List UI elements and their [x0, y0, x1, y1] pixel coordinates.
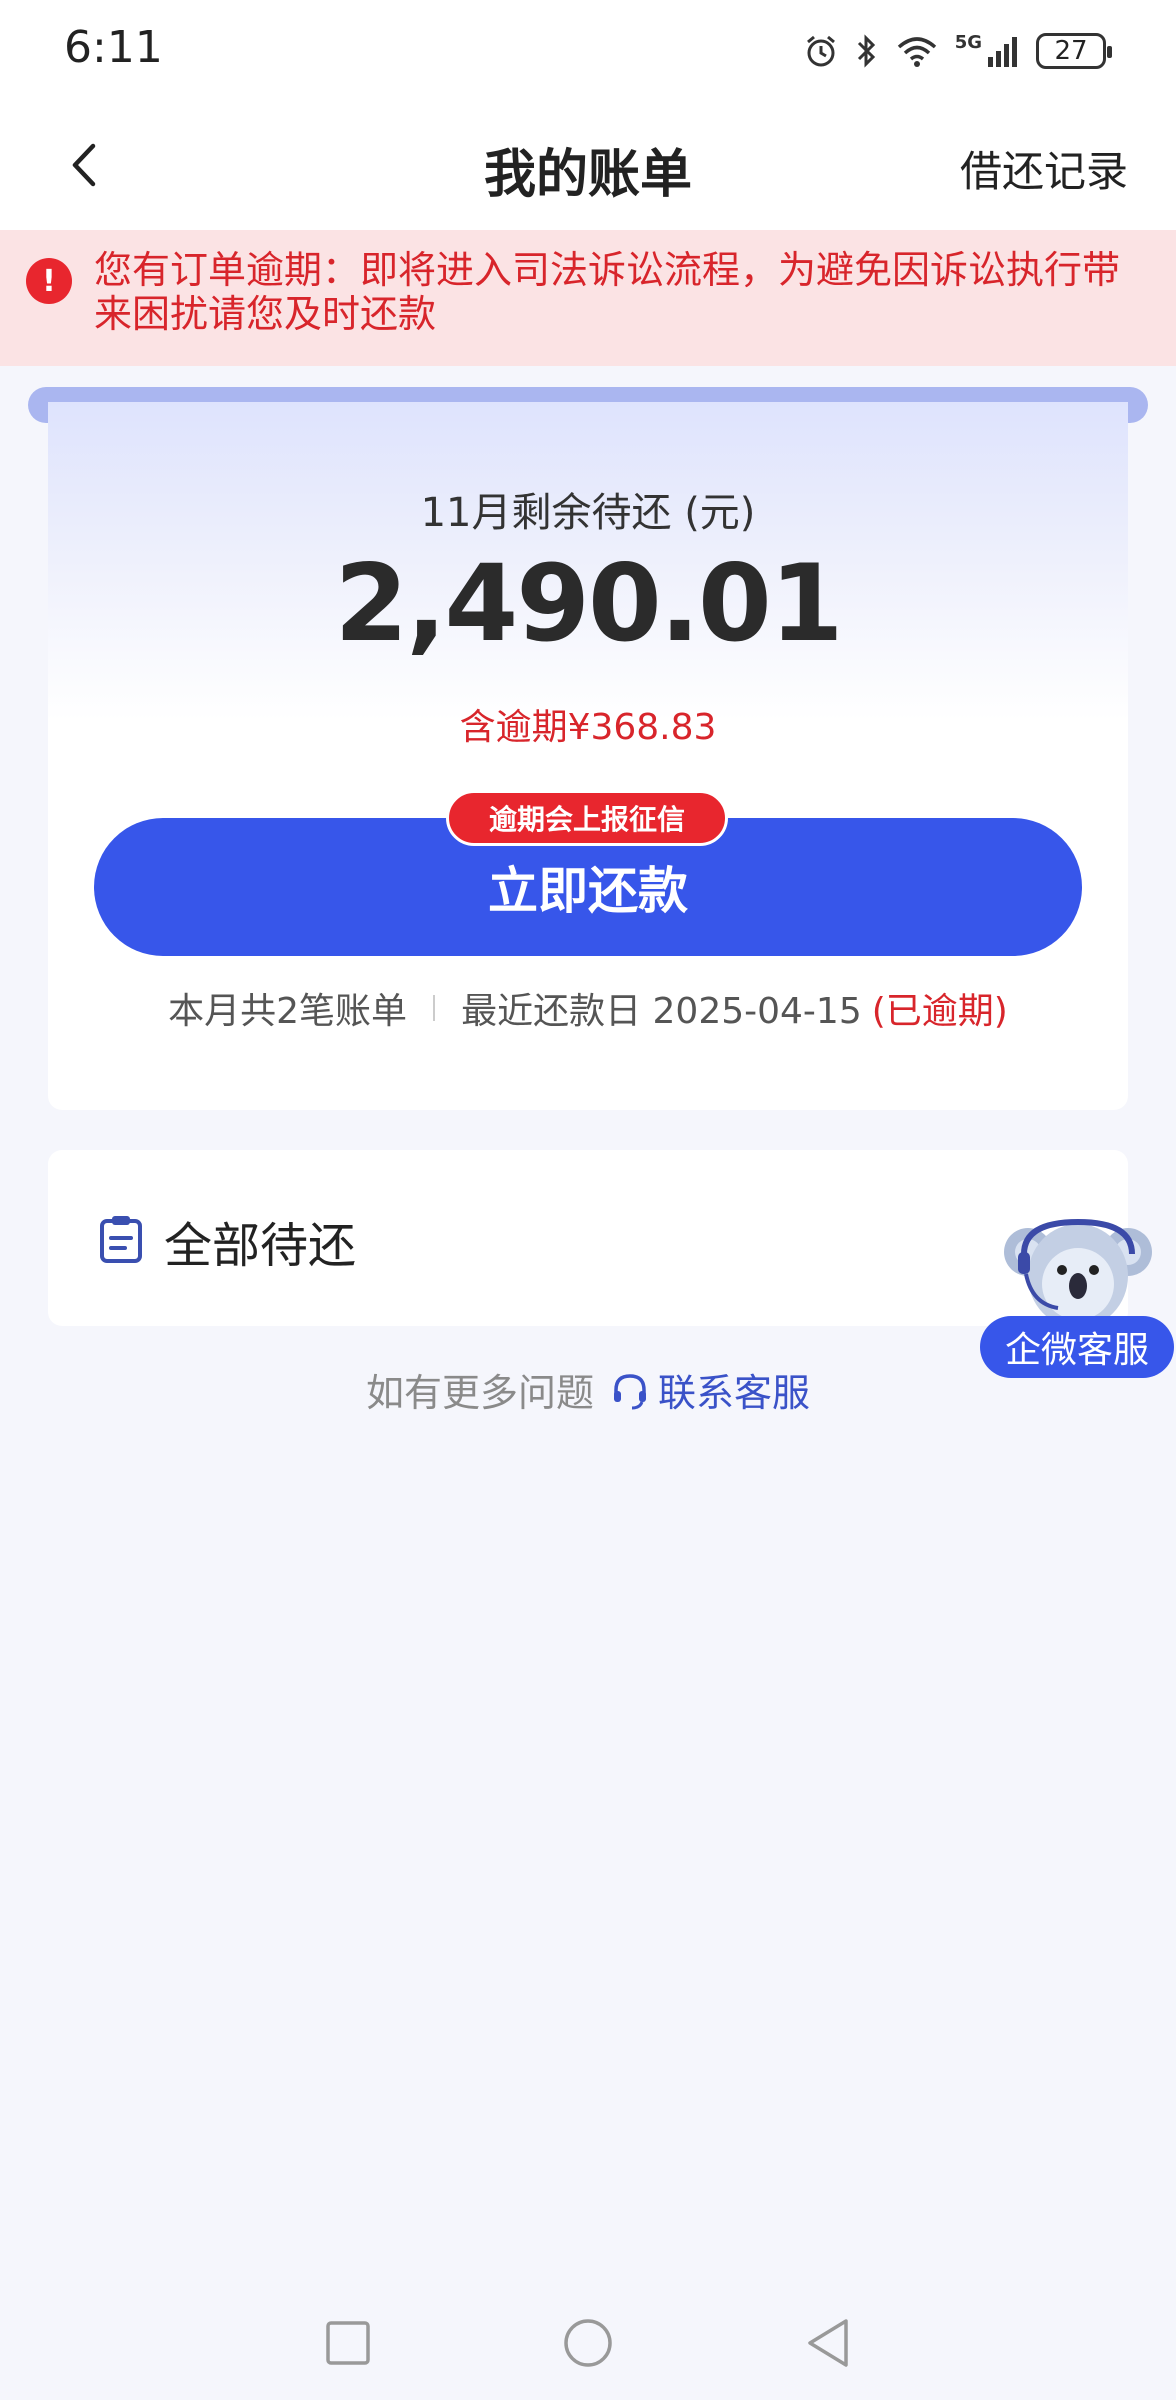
- network-type: 5G: [954, 31, 982, 53]
- overdue-warning-text: 您有订单逾期：即将进入司法诉讼流程，为避免因诉讼执行带来困扰请您及时还款: [94, 248, 1121, 336]
- wifi-icon: [897, 37, 936, 67]
- system-nav-bar: [0, 2286, 1176, 2400]
- due-date: 最近还款日 2025-04-15: [461, 991, 862, 1032]
- bill-summary-card: 11月剩余待还 (元) 2,490.01 含逾期¥368.83 立即还款 逾期会…: [48, 402, 1128, 1110]
- signal-icon: [988, 37, 1017, 67]
- bill-summary-row: 本月共2笔账单 最近还款日 2025-04-15 (已逾期): [48, 982, 1128, 1034]
- nav-bar: 我的账单 借还记录: [0, 100, 1176, 230]
- overdue-status-tag: (已逾期): [871, 991, 1008, 1032]
- alarm-icon: [806, 35, 835, 67]
- overdue-warning-banner: ! 您有订单逾期：即将进入司法诉讼流程，为避免因诉讼执行带来困扰请您及时还款: [0, 230, 1176, 366]
- alert-icon: !: [26, 258, 72, 304]
- recent-apps-icon[interactable]: [324, 2319, 372, 2367]
- clipboard-icon: [100, 1216, 142, 1263]
- status-bar: 6:11 5G 27: [0, 0, 1176, 100]
- divider: [433, 995, 436, 1021]
- remaining-due-label: 11月剩余待还 (元): [420, 490, 756, 536]
- bluetooth-icon: [857, 34, 875, 68]
- home-icon[interactable]: [562, 2317, 614, 2369]
- status-icons: 5G 27: [803, 26, 1112, 76]
- help-text: 如有更多问题: [365, 1371, 594, 1415]
- back-triangle-icon[interactable]: [804, 2317, 852, 2369]
- overdue-amount: 含逾期¥368.83: [459, 707, 717, 748]
- headset-icon: [614, 1373, 646, 1409]
- status-time: 6:11: [64, 22, 163, 73]
- borrow-repay-records-link[interactable]: 借还记录: [960, 138, 1128, 199]
- credit-report-badge: 逾期会上报征信: [446, 790, 728, 846]
- remaining-due-amount: 2,490.01: [334, 542, 843, 665]
- contact-support-link[interactable]: 联系客服: [658, 1362, 810, 1417]
- bill-count: 本月共2笔账单: [168, 991, 408, 1032]
- all-pending-label: 全部待还: [164, 1218, 357, 1274]
- wecom-service-button[interactable]: 企微客服: [980, 1316, 1174, 1378]
- battery-indicator: 27: [1036, 33, 1112, 69]
- all-pending-card[interactable]: 全部待还: [48, 1150, 1128, 1326]
